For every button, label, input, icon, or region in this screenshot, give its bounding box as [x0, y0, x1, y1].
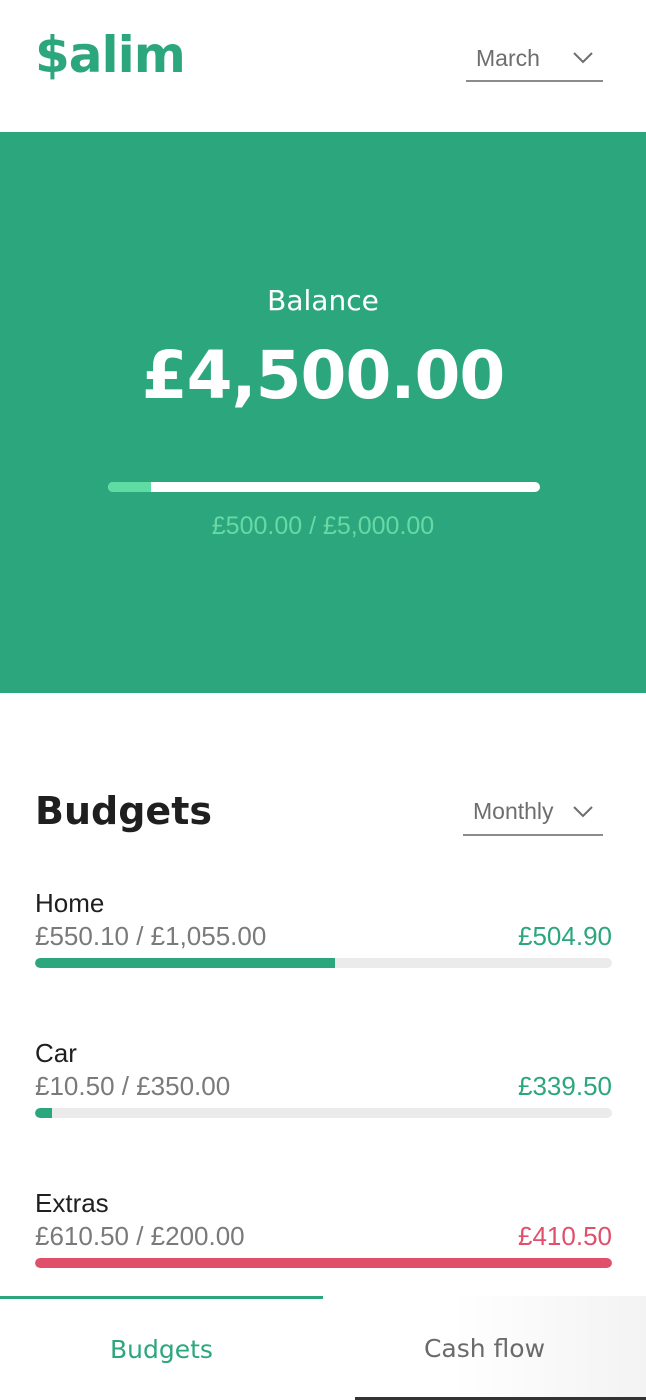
budget-progress-bar: [35, 1108, 612, 1118]
budget-spent: £550.10 / £1,055.00: [35, 921, 267, 951]
bottom-tab-bar: Budgets Cash flow: [0, 1296, 646, 1400]
budget-remaining: £504.90: [518, 921, 612, 951]
month-select[interactable]: March: [466, 36, 603, 82]
budget-item-car[interactable]: Car £10.50 / £350.00 £339.50: [35, 1038, 612, 1138]
chevron-down-icon: [573, 805, 593, 817]
budget-progress-bar: [35, 1258, 612, 1268]
budget-name: Extras: [35, 1188, 109, 1218]
header: $alim March: [0, 0, 646, 132]
budget-progress-bar: [35, 958, 612, 968]
balance-caption: £500.00 / £5,000.00: [211, 512, 435, 540]
balance-card: Balance £4,500.00 £500.00 / £5,000.00: [0, 132, 646, 693]
month-select-value: March: [476, 44, 540, 71]
budget-remaining: £410.50: [518, 1221, 612, 1251]
balance-progress-bar: [108, 482, 540, 492]
chevron-down-icon: [573, 52, 593, 64]
balance-label: Balance: [267, 284, 379, 317]
budget-progress-fill: [35, 1258, 612, 1268]
app-logo: $alim: [35, 26, 186, 84]
budget-remaining: £339.50: [518, 1071, 612, 1101]
budget-spent: £10.50 / £350.00: [35, 1071, 231, 1101]
budget-name: Car: [35, 1038, 77, 1068]
balance-progress-fill: [108, 482, 152, 492]
budget-progress-fill: [35, 958, 336, 968]
budget-progress-fill: [35, 1108, 53, 1118]
period-select-value: Monthly: [473, 798, 554, 824]
balance-amount: £4,500.00: [141, 337, 506, 414]
app: $alim March Balance £4,500.00 £500.00 / …: [0, 0, 646, 1400]
budgets-title: Budgets: [35, 789, 212, 833]
budget-name: Home: [35, 888, 105, 918]
period-select[interactable]: Monthly: [463, 789, 603, 836]
tab-budgets[interactable]: Budgets: [0, 1296, 323, 1400]
budget-item-home[interactable]: Home £550.10 / £1,055.00 £504.90: [35, 888, 612, 988]
budget-item-extras[interactable]: Extras £610.50 / £200.00 £410.50: [35, 1188, 612, 1288]
tab-cash-flow[interactable]: Cash flow: [323, 1296, 646, 1400]
budget-spent: £610.50 / £200.00: [35, 1221, 245, 1251]
